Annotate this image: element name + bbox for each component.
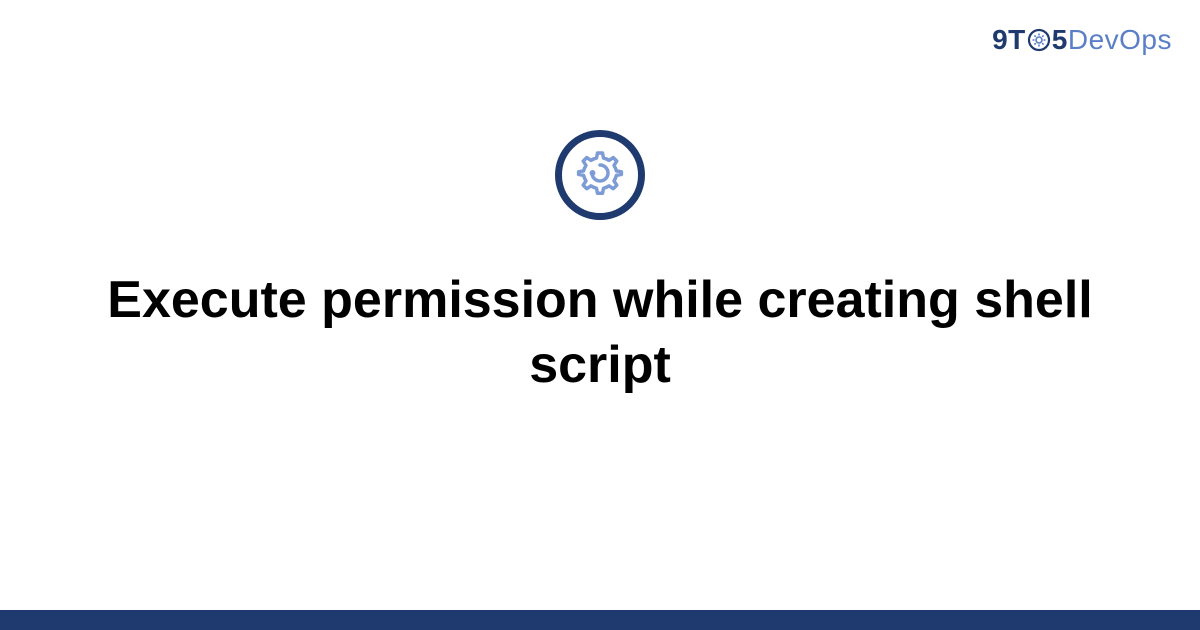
logo-prefix-text: 9T — [992, 24, 1026, 56]
logo-suffix-text: 5 — [1052, 24, 1068, 56]
gear-icon — [1027, 28, 1051, 52]
page-title: Execute permission while creating shell … — [75, 268, 1125, 398]
logo-brand-text: DevOps — [1068, 24, 1172, 56]
brand-logo: 9T 5 DevOps — [992, 24, 1172, 56]
gear-icon — [572, 145, 628, 206]
footer-bar — [0, 610, 1200, 630]
gear-badge — [555, 130, 645, 220]
main-content: Execute permission while creating shell … — [0, 130, 1200, 398]
